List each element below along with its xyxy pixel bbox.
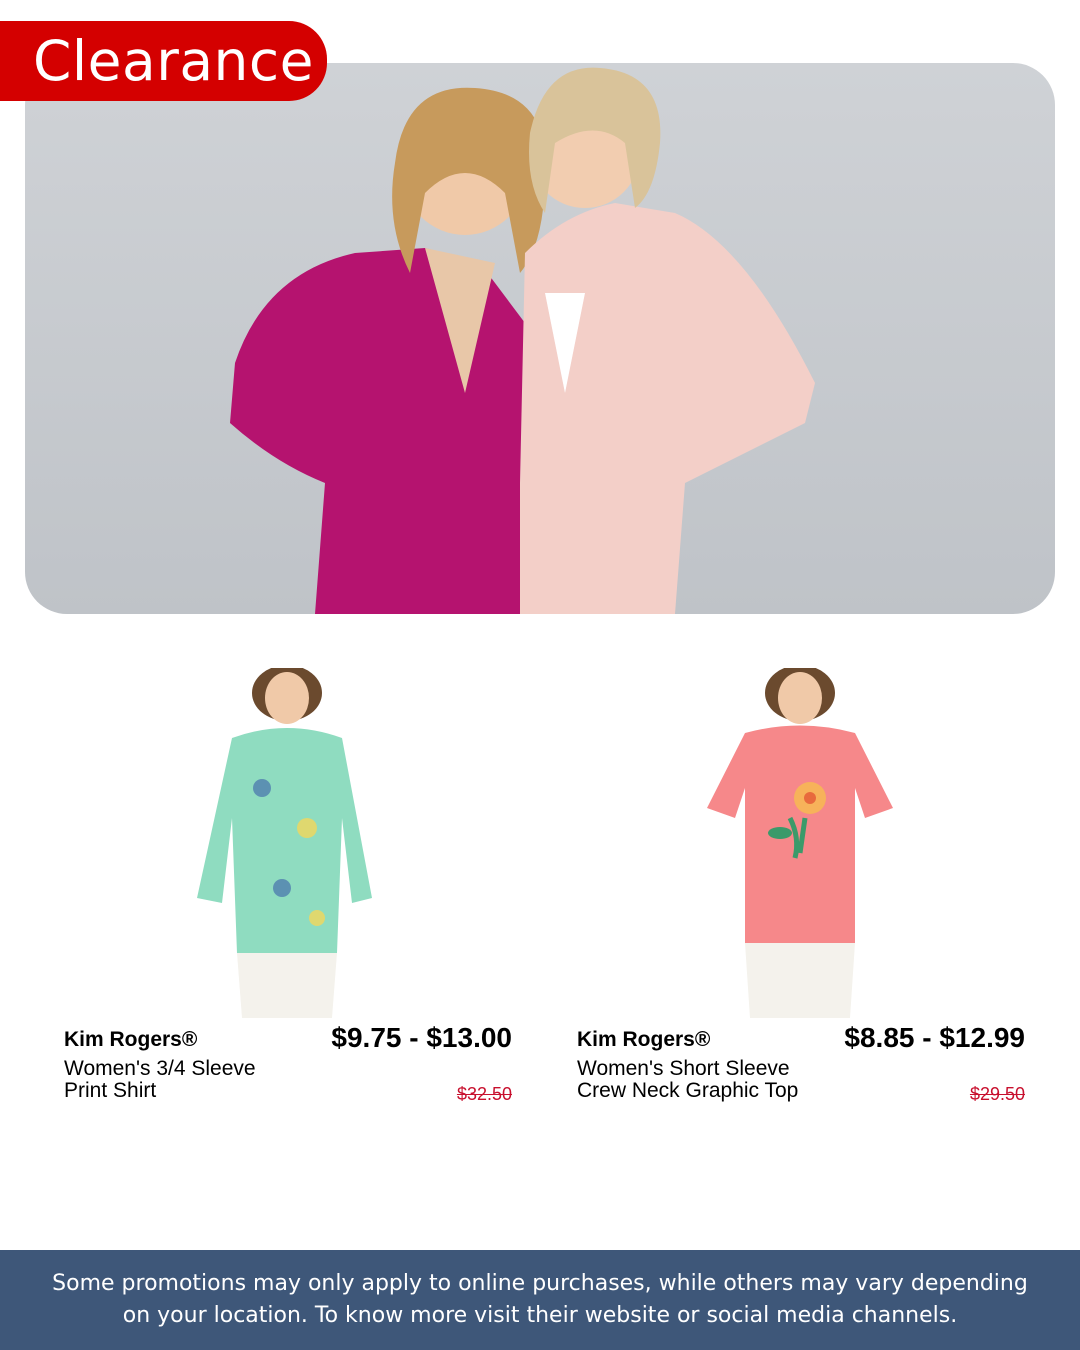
product-image[interactable] xyxy=(192,665,382,1018)
original-price: $29.50 xyxy=(969,1084,1025,1104)
product-name[interactable]: Women's 3/4 Sleeve Print Shirt xyxy=(64,1058,294,1102)
product-image[interactable] xyxy=(705,665,895,1018)
promo-disclaimer: Some promotions may only apply to online… xyxy=(0,1250,1080,1350)
product-brand: Kim Rogers® xyxy=(64,1028,198,1051)
disclaimer-text: Some promotions may only apply to online… xyxy=(52,1271,1028,1328)
clearance-banner: Clearance xyxy=(0,21,327,101)
product-card[interactable]: Kim Rogers® $8.85 - $12.99 Women's Short… xyxy=(577,665,1027,1138)
green-shirt-illustration xyxy=(197,665,372,1018)
clearance-label: Clearance xyxy=(33,29,314,93)
product-card[interactable]: Kim Rogers® $9.75 - $13.00 Women's 3/4 S… xyxy=(64,665,514,1138)
hero-photo-illustration xyxy=(230,67,815,614)
original-price: $32.50 xyxy=(456,1084,512,1104)
product-price: $8.85 - $12.99 xyxy=(844,1022,1025,1053)
hero-image xyxy=(25,63,1055,614)
product-price: $9.75 - $13.00 xyxy=(331,1022,512,1053)
product-name[interactable]: Women's Short Sleeve Crew Neck Graphic T… xyxy=(577,1058,807,1102)
pink-top-illustration xyxy=(707,665,893,1018)
product-brand: Kim Rogers® xyxy=(577,1028,711,1051)
